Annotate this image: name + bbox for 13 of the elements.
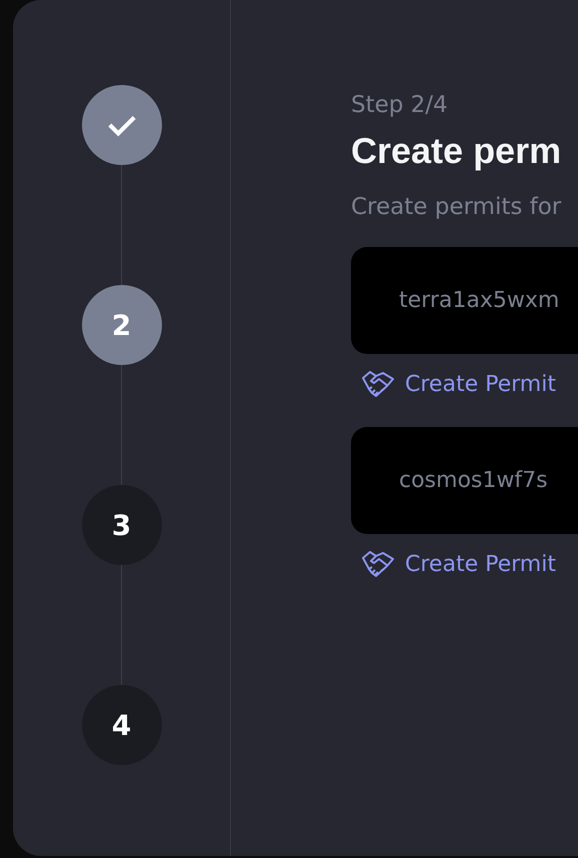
address-text: terra1ax5wxm xyxy=(399,288,560,313)
address-text: cosmos1wf7s xyxy=(399,468,548,493)
handshake-icon xyxy=(361,369,395,399)
step-circle: 2 xyxy=(82,285,162,365)
page-title: Create perm xyxy=(351,129,562,173)
step-circle: 4 xyxy=(82,685,162,765)
step-counter: Step 2/4 xyxy=(351,91,448,120)
create-permit-link[interactable]: Create Permit xyxy=(361,544,556,584)
subtitle: Create permits for xyxy=(351,193,562,222)
check-icon xyxy=(106,113,136,137)
step-circle: 3 xyxy=(82,485,162,565)
handshake-icon xyxy=(361,549,395,579)
create-permit-link[interactable]: Create Permit xyxy=(361,364,556,404)
